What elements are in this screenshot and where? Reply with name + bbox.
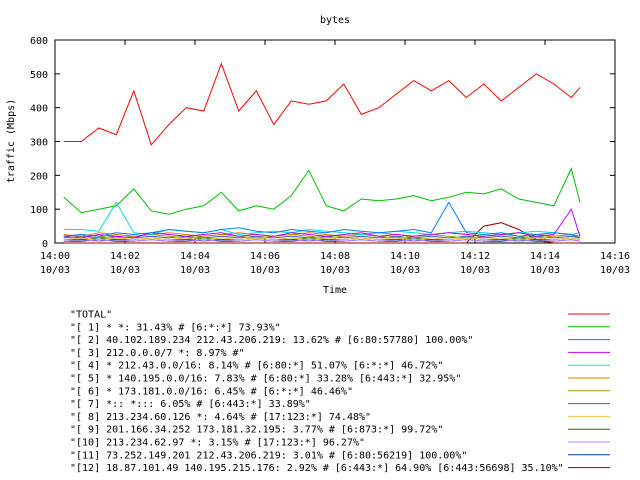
y-tick-label: 400 xyxy=(30,104,48,115)
legend-label-6: "[ 6] * 173.181.0.0/16: 6.45% # [6:*:*] … xyxy=(70,386,353,397)
legend-label-1: "[ 1] * *: 31.43% # [6:*:*] 73.93%" xyxy=(70,322,281,333)
y-axis-label: traffic (Mbps) xyxy=(6,99,17,183)
x-tick-label-time: 14:06 xyxy=(250,251,280,262)
y-tick-label: 300 xyxy=(30,138,48,149)
x-tick-label-time: 14:16 xyxy=(600,251,630,262)
series-line-4 xyxy=(63,201,581,236)
x-tick-label-time: 14:02 xyxy=(110,251,140,262)
x-tick-label-time: 14:10 xyxy=(390,251,420,262)
series-line-0 xyxy=(63,62,581,146)
series-line-1 xyxy=(63,167,581,215)
x-tick-label-date: 10/03 xyxy=(110,265,140,276)
x-tick-label-date: 10/03 xyxy=(530,265,560,276)
y-tick-label: 200 xyxy=(30,171,48,182)
legend-label-5: "[ 5] * 140.195.0.0/16: 7.83% # [6:80:*]… xyxy=(70,374,461,385)
legend-label-9: "[ 9] 201.166.34.252 173.181.32.195: 3.7… xyxy=(70,425,443,436)
legend-label-4: "[ 4] * 212.43.0.0/16: 8.14% # [6:80:*] … xyxy=(70,361,443,372)
x-tick-label-time: 14:12 xyxy=(460,251,490,262)
legend-label-0: "TOTAL" xyxy=(70,310,112,321)
chart-title: bytes xyxy=(320,15,350,26)
y-tick-label: 600 xyxy=(30,36,48,47)
x-tick-label-date: 10/03 xyxy=(600,265,630,276)
traffic-chart: bytes traffic (Mbps) Time 0 100 200 300 400 5… xyxy=(6,15,630,474)
x-tick-label-time: 14:04 xyxy=(180,251,210,262)
x-tick-label-date: 10/03 xyxy=(180,265,210,276)
y-tick-label: 500 xyxy=(30,70,48,81)
plot-border xyxy=(54,39,616,244)
x-tick-label-date: 10/03 xyxy=(460,265,490,276)
y-tick-label: 0 xyxy=(42,239,48,250)
legend-label-10: "[10] 213.234.62.97 *: 3.15% # [17:123:*… xyxy=(70,438,365,449)
legend-label-11: "[11] 73.252.149.201 212.43.206.219: 3.0… xyxy=(70,450,467,461)
x-axis-label: Time xyxy=(323,285,347,296)
legend-label-2: "[ 2] 40.102.189.234 212.43.206.219: 13.… xyxy=(70,335,473,346)
legend-label-12: "[12] 18.87.101.49 140.195.215.176: 2.92… xyxy=(70,463,564,474)
legend-label-8: "[ 8] 213.234.60.126 *: 4.64% # [17:123:… xyxy=(70,412,371,423)
x-tick-label-time: 14:08 xyxy=(320,251,350,262)
x-tick-label-date: 10/03 xyxy=(320,265,350,276)
legend: "TOTAL""[ 1] * *: 31.43% # [6:*:*] 73.93… xyxy=(70,310,610,474)
series-layer xyxy=(63,62,581,244)
series-line-2 xyxy=(63,201,581,239)
x-tick-label-date: 10/03 xyxy=(390,265,420,276)
x-tick-label-time: 14:14 xyxy=(530,251,560,262)
legend-label-3: "[ 3] 212.0.0.0/7 *: 8.97% #" xyxy=(70,348,245,359)
x-tick-label-time: 14:00 xyxy=(40,251,70,262)
x-tick-label-date: 10/03 xyxy=(250,265,280,276)
y-tick-label: 100 xyxy=(30,205,48,216)
x-tick-label-date: 10/03 xyxy=(40,265,70,276)
legend-label-7: "[ 7] *:: *::: 6.05% # [6:443:*] 33.89%" xyxy=(70,399,311,410)
